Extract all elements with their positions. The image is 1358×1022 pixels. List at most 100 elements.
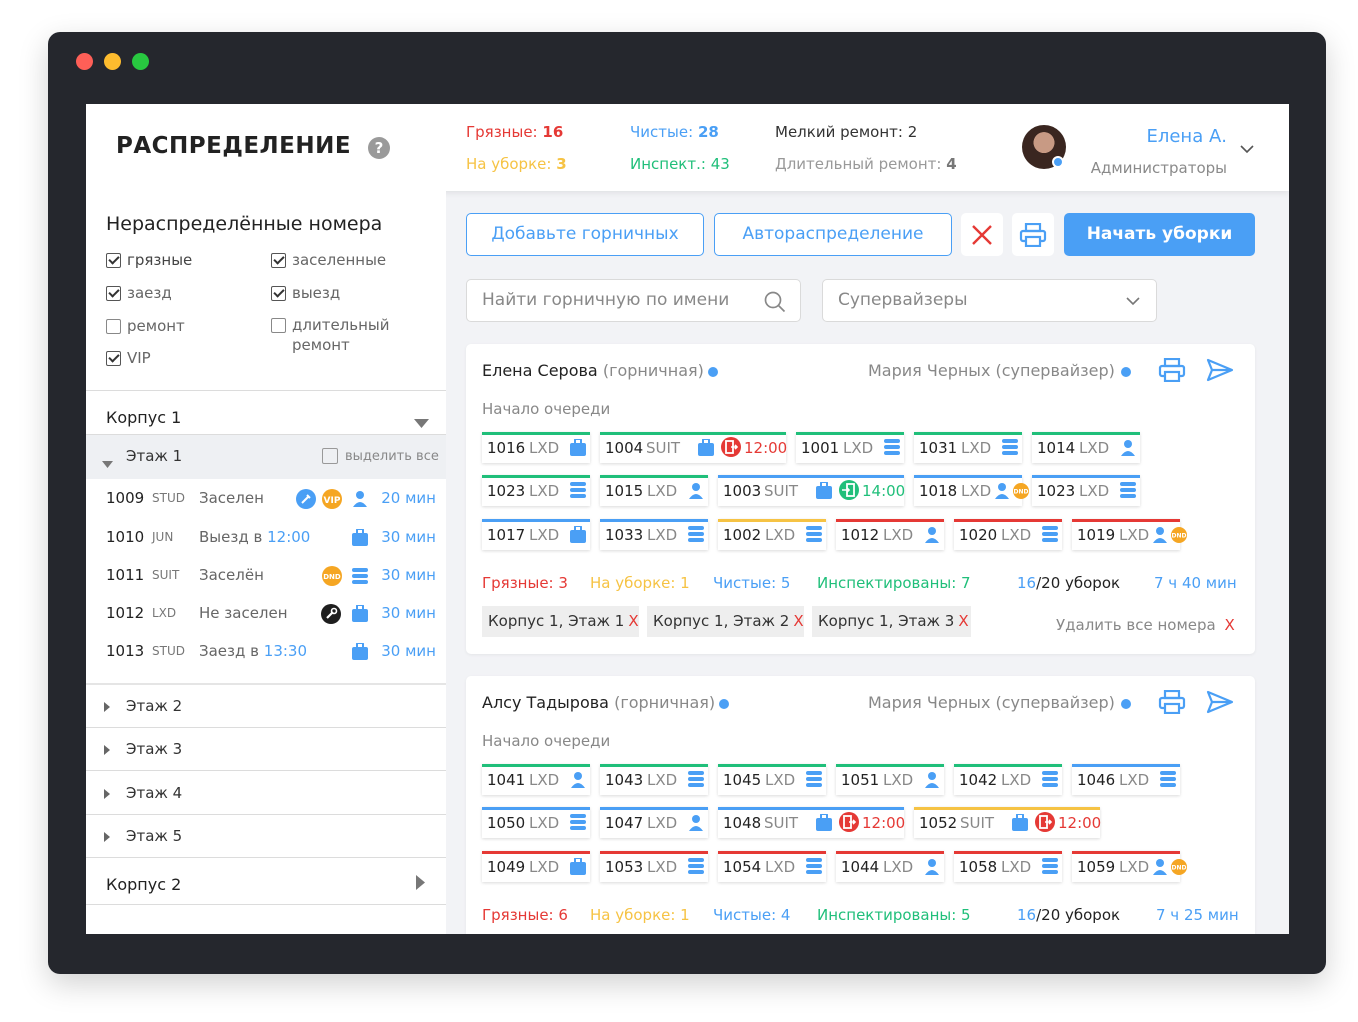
room-chip[interactable]: 1020 LXD (954, 519, 1062, 550)
room-chip[interactable]: 1043 LXD (600, 764, 708, 795)
summary-done: 16 (1017, 906, 1037, 924)
remove-tag-close-icon[interactable]: X (628, 612, 638, 630)
room-chip[interactable]: 1050 LXD (482, 807, 590, 838)
checkbox[interactable] (106, 319, 121, 334)
room-chip[interactable]: 1003 SUIT 14:00 (718, 475, 905, 506)
room-chip[interactable]: 1042 LXD (954, 764, 1062, 795)
floor-tag[interactable]: Корпус 1, Этаж 3X (812, 606, 971, 637)
room-chip[interactable]: 1048 SUIT 12:00 (718, 807, 905, 838)
expand-triangle-icon[interactable] (104, 789, 110, 799)
luggage-icon (1012, 813, 1028, 835)
luggage-icon (570, 857, 586, 879)
maximize-window-button[interactable] (132, 53, 149, 70)
collapse-triangle-icon[interactable] (414, 413, 429, 432)
search-input[interactable]: Найти горничную по имени (466, 279, 801, 322)
expand-triangle-icon[interactable] (416, 875, 425, 894)
auto-assign-button[interactable]: Автораспределение (714, 213, 952, 256)
room-chip[interactable]: 1019 LXD DND (1072, 519, 1187, 550)
checkbox[interactable] (271, 286, 286, 301)
floor-2-row[interactable]: Этаж 2 (86, 685, 446, 728)
room-chip[interactable]: 1045 LXD (718, 764, 826, 795)
close-window-button[interactable] (76, 53, 93, 70)
room-chip[interactable]: 1059 LXD DND (1072, 851, 1187, 882)
checkbox[interactable] (271, 318, 286, 333)
room-chip[interactable]: 1049 LXD (482, 851, 590, 882)
floor-4-row[interactable]: Этаж 4 (86, 772, 446, 815)
supervisor-name[interactable]: Мария Черных (супервайзер) (868, 361, 1115, 380)
floor-tag[interactable]: Корпус 1, Этаж 2X (647, 606, 804, 637)
room-chip[interactable]: 1018 LXD DND (914, 475, 1029, 506)
send-icon[interactable] (1206, 690, 1234, 714)
checkbox[interactable] (106, 286, 121, 301)
user-name[interactable]: Елена А. (1146, 126, 1227, 147)
room-chip[interactable]: 1023 LXD (482, 475, 590, 506)
supervisor-name[interactable]: Мария Черных (супервайзер) (868, 693, 1115, 712)
checkbox[interactable] (106, 253, 121, 268)
list-item[interactable]: 1011 SUIT Заселён DND 30 мин (106, 566, 436, 590)
room-chip[interactable]: 1012 LXD (836, 519, 944, 550)
room-chip[interactable]: 1054 LXD (718, 851, 826, 882)
user-menu-chevron-down-icon[interactable] (1240, 142, 1254, 158)
expand-triangle-icon[interactable] (104, 745, 110, 755)
clear-button[interactable] (961, 213, 1003, 256)
room-chip[interactable]: 1047 LXD (600, 807, 708, 838)
room-chip[interactable]: 1052 SUIT 12:00 (914, 807, 1101, 838)
add-maids-button[interactable]: Добавьте горничных (466, 213, 704, 256)
room-chip[interactable]: 1051 LXD (836, 764, 944, 795)
print-button[interactable] (1012, 213, 1054, 256)
room-chip[interactable]: 1058 LXD (954, 851, 1062, 882)
help-icon[interactable]: ? (368, 137, 390, 159)
filter-departure[interactable]: выезд (271, 283, 340, 303)
supervisors-select[interactable]: Супервайзеры (822, 279, 1157, 322)
expand-triangle-icon[interactable] (104, 702, 110, 712)
maid-name[interactable]: Алсу Тадырова (горничная) (482, 693, 715, 712)
remove-all-rooms-button[interactable]: Удалить все номера X (1056, 616, 1235, 634)
filter-vip[interactable]: VIP (106, 348, 151, 368)
list-item[interactable]: 1009 STUD Заселен VIP 20 мин (106, 489, 436, 513)
remove-tag-close-icon[interactable]: X (958, 612, 968, 630)
floor-3-row[interactable]: Этаж 3 (86, 728, 446, 771)
room-chip[interactable]: 1015 LXD (600, 475, 708, 506)
remove-tag-close-icon[interactable]: X (793, 612, 803, 630)
list-item[interactable]: 1013 STUD Заезд в 13:30 30 мин (106, 642, 436, 666)
room-chip[interactable]: 1044 LXD (836, 851, 944, 882)
select-all-checkbox[interactable] (322, 448, 338, 464)
room-chip[interactable]: 1046 LXD (1072, 764, 1180, 795)
room-chip[interactable]: 1031 LXD (914, 432, 1022, 463)
maid-name[interactable]: Елена Серова (горничная) (482, 361, 704, 380)
filter-occupied[interactable]: заселенные (271, 250, 386, 270)
expanded-triangle-icon[interactable] (102, 453, 113, 472)
room-duration: 30 мин (381, 566, 436, 584)
room-chip[interactable]: 1053 LXD (600, 851, 708, 882)
send-icon[interactable] (1206, 358, 1234, 382)
print-icon[interactable] (1158, 358, 1186, 382)
start-cleaning-button[interactable]: Начать уборки (1064, 213, 1255, 256)
room-number: 1050 (487, 814, 526, 832)
minimize-window-button[interactable] (104, 53, 121, 70)
checkbox[interactable] (271, 253, 286, 268)
filter-arrival[interactable]: заезд (106, 283, 172, 303)
room-chip[interactable]: 1023 LXD (1032, 475, 1140, 506)
floor-5-row[interactable]: Этаж 5 (86, 815, 446, 858)
filter-dirty[interactable]: грязные (106, 250, 192, 270)
expand-triangle-icon[interactable] (104, 832, 110, 842)
room-chip[interactable]: 1014 LXD (1032, 432, 1140, 463)
filter-repair[interactable]: ремонт (106, 316, 185, 336)
room-chip[interactable]: 1041 LXD (482, 764, 590, 795)
filter-long-repair[interactable]: длительный ремонт (271, 315, 390, 355)
room-chip[interactable]: 1004 SUIT 12:00 (600, 432, 787, 463)
corpus-2-header[interactable]: Корпус 2 (106, 875, 181, 894)
print-icon[interactable] (1158, 690, 1186, 714)
room-chip[interactable]: 1002 LXD (718, 519, 826, 550)
floor-tag[interactable]: Корпус 1, Этаж 1X (482, 606, 639, 637)
corpus-1-header[interactable]: Корпус 1 (106, 408, 181, 427)
room-chip[interactable]: 1033 LXD (600, 519, 708, 550)
checkbox[interactable] (106, 351, 121, 366)
list-item[interactable]: 1012 LXD Не заселен 30 мин (106, 604, 436, 628)
room-chip[interactable]: 1001 LXD (796, 432, 904, 463)
room-chip[interactable]: 1017 LXD (482, 519, 590, 550)
select-all[interactable]: выделить все (322, 448, 439, 464)
room-chip[interactable]: 1016 LXD (482, 432, 590, 463)
list-item[interactable]: 1010 JUN Выезд в 12:00 30 мин (106, 528, 436, 552)
floor-1-header[interactable]: Этаж 1 выделить все (86, 435, 446, 479)
